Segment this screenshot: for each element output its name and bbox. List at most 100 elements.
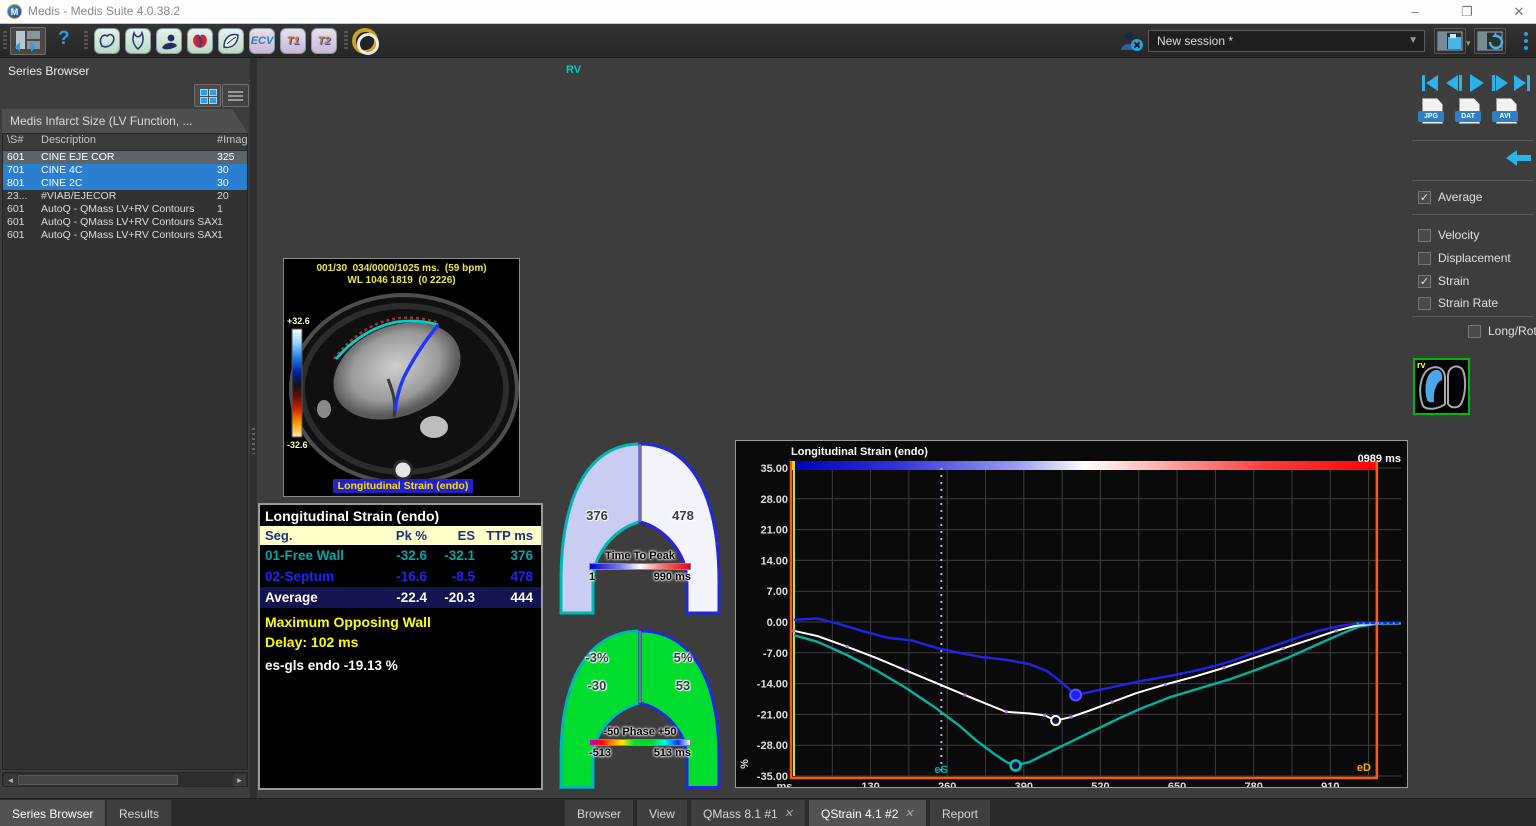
tab-qstrain-4-1-2[interactable]: QStrain 4.1 #2✕ [809, 800, 926, 826]
col-description[interactable]: Description [41, 134, 217, 150]
ttp-legend-title: Time To Peak [589, 550, 691, 562]
series-row[interactable]: 601AutoQ - QMass LV+RV Contours1 [3, 203, 247, 216]
series-cell[interactable]: 1 [217, 216, 247, 229]
tab-close-icon[interactable]: ✕ [784, 807, 793, 820]
tab-close-icon[interactable]: ✕ [904, 807, 913, 820]
checkbox-icon[interactable]: ✓ [1418, 191, 1431, 204]
series-cell[interactable]: 601 [3, 151, 41, 164]
ring-app-icon[interactable] [352, 28, 378, 54]
series-row[interactable]: 601AutoQ - QMass LV+RV Contours SAX1 [3, 216, 247, 229]
series-cell[interactable]: AutoQ - QMass LV+RV Contours [41, 203, 217, 216]
scroll-left-icon[interactable]: ◂ [4, 774, 17, 786]
checkbox-icon[interactable]: ✓ [1418, 275, 1431, 288]
series-row[interactable]: 23...#VIAB/EJECOR20 [3, 190, 247, 203]
rv-orientation-thumbnail[interactable]: rv [1413, 358, 1470, 415]
series-cell[interactable]: AutoQ - QMass LV+RV Contours SAX [41, 216, 217, 229]
ecv-app-icon[interactable]: ECV [249, 28, 275, 54]
series-horizontal-scrollbar[interactable]: ◂ ▸ [2, 772, 248, 787]
close-button[interactable]: ✕ [1497, 0, 1536, 23]
series-cell[interactable]: CINE 2C [41, 177, 217, 190]
layout-chevron-icon[interactable]: ▾ [1466, 38, 1471, 49]
qvalve-app-icon[interactable] [218, 28, 244, 54]
series-row[interactable]: 701CINE 4C30 [3, 164, 247, 177]
series-cell[interactable]: 20 [217, 190, 247, 203]
time-to-peak-bullseye[interactable]: 376 478 Time To Peak 1 990 ms [551, 430, 729, 618]
export-jpg-button[interactable]: JPG [1418, 98, 1446, 128]
session-dropdown[interactable]: New session * ▼ [1148, 30, 1425, 52]
col-series-number[interactable]: \S# [3, 134, 41, 150]
minimize-button[interactable]: – [1393, 0, 1437, 23]
qflow-app-icon[interactable] [125, 28, 151, 54]
checkbox-icon[interactable] [1418, 297, 1431, 310]
save-layout-button[interactable] [1434, 28, 1466, 54]
phase-left-percent: -3% [575, 650, 619, 665]
t2-app-icon[interactable]: T2 [311, 28, 337, 54]
checkbox-displacement[interactable]: Displacement [1418, 251, 1511, 265]
qmass-app-icon[interactable] [94, 28, 120, 54]
qangio-app-icon[interactable] [156, 28, 182, 54]
series-cell[interactable]: 325 [217, 151, 247, 164]
checkbox-average[interactable]: ✓Average [1418, 190, 1482, 204]
list-view-button[interactable] [222, 84, 249, 107]
checkbox-velocity[interactable]: Velocity [1418, 228, 1479, 242]
series-cell[interactable]: CINE EJE COR [41, 151, 217, 164]
results-row-average[interactable]: Average-22.4-20.3444 [260, 587, 541, 608]
series-cell[interactable]: #VIAB/EJECOR [41, 190, 217, 203]
toolbar-grip[interactable] [84, 31, 88, 51]
checkbox-long-rot[interactable]: Long/Rot [1468, 324, 1536, 338]
series-cell[interactable]: 30 [217, 164, 247, 177]
tab-browser[interactable]: Browser [565, 800, 633, 826]
divider [1412, 316, 1534, 317]
phase-bullseye[interactable]: -3% -30 5% 53 -50 Phase +50 -513 513 ms [551, 618, 729, 792]
toolbar-grip[interactable] [344, 31, 348, 51]
series-cell[interactable]: 601 [3, 203, 41, 216]
chart-plot[interactable]: eSeD35.0028.0021.0014.007.000.00-7.00-14… [736, 441, 1407, 787]
toolbar-grip[interactable] [3, 31, 7, 51]
reset-layout-button[interactable] [1474, 28, 1506, 54]
tab-view[interactable]: View [637, 800, 687, 826]
playback-controls[interactable] [1420, 72, 1532, 94]
series-cell[interactable]: 801 [3, 177, 41, 190]
strain-chart[interactable]: Longitudinal Strain (endo) 0989 ms eSeD3… [735, 440, 1408, 788]
series-cell[interactable]: 30 [217, 177, 247, 190]
series-cell[interactable]: 601 [3, 229, 41, 242]
tab-results[interactable]: Results [107, 800, 171, 826]
checkbox-strain-rate[interactable]: Strain Rate [1418, 296, 1498, 310]
back-arrow-button[interactable] [1504, 148, 1532, 168]
checkbox-icon[interactable] [1418, 229, 1431, 242]
series-cell[interactable]: 601 [3, 216, 41, 229]
series-row[interactable]: 801CINE 2C30 [3, 177, 247, 190]
series-cell[interactable]: 1 [217, 229, 247, 242]
checkbox-icon[interactable] [1418, 252, 1431, 265]
series-table-header[interactable]: \S# Description #Images [3, 134, 247, 151]
export-dat-button[interactable]: DAT [1455, 98, 1483, 128]
export-avi-button[interactable]: AVI [1492, 98, 1520, 128]
series-cell[interactable]: 23... [3, 190, 41, 203]
restore-button[interactable]: ❐ [1445, 0, 1489, 23]
t1-app-icon[interactable]: T1 [280, 28, 306, 54]
series-cell[interactable]: 701 [3, 164, 41, 177]
overflow-menu-button[interactable] [1524, 32, 1528, 53]
series-row[interactable]: 601AutoQ - QMass LV+RV Contours SAX1 [3, 229, 247, 242]
series-row[interactable]: 601CINE EJE COR325 [3, 151, 247, 164]
checkbox-icon[interactable] [1468, 325, 1481, 338]
study-tab[interactable]: Medis Infarct Size (LV Function, ... [2, 109, 248, 133]
series-cell[interactable]: AutoQ - QMass LV+RV Contours SAX [41, 229, 217, 242]
viewer-layout-button[interactable] [10, 27, 46, 55]
results-row-septum[interactable]: 02-Septum-16.6-8.5478 [260, 566, 541, 587]
tab-series-browser[interactable]: Series Browser [0, 800, 105, 826]
results-row-freewall[interactable]: 01-Free Wall-32.6-32.1376 [260, 545, 541, 566]
help-button[interactable]: ? [58, 28, 70, 50]
3d-heart-app-icon[interactable] [187, 28, 213, 54]
series-cell[interactable]: CINE 4C [41, 164, 217, 177]
panel-splitter[interactable] [250, 58, 257, 798]
tab-qmass-8-1-1[interactable]: QMass 8.1 #1✕ [691, 800, 805, 826]
checkbox-strain[interactable]: ✓Strain [1418, 274, 1469, 288]
scrollbar-thumb[interactable] [18, 775, 178, 785]
mri-viewport[interactable]: 001/30 034/0000/1025 ms. (59 bpm) WL 104… [283, 258, 520, 497]
col-images[interactable]: #Images [217, 134, 247, 150]
scroll-right-icon[interactable]: ▸ [233, 774, 246, 786]
series-cell[interactable]: 1 [217, 203, 247, 216]
grid-view-button[interactable] [194, 84, 221, 107]
tab-report[interactable]: Report [930, 800, 990, 826]
